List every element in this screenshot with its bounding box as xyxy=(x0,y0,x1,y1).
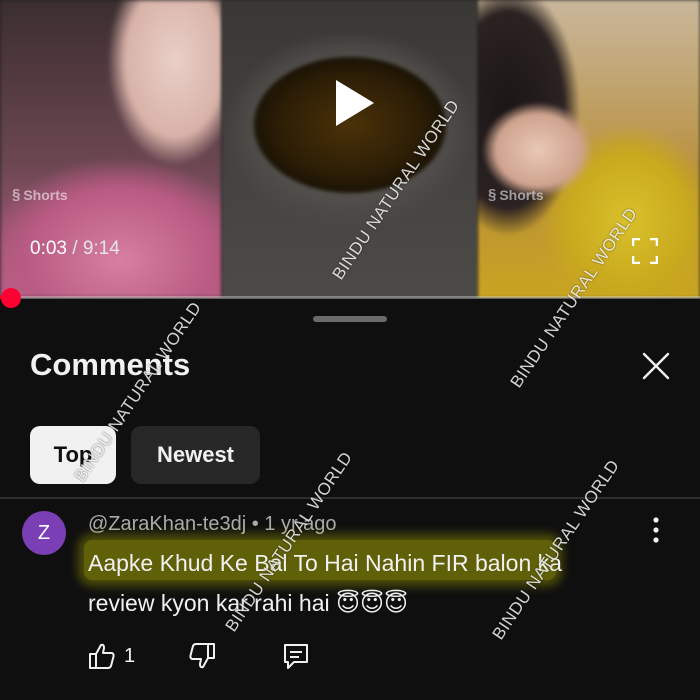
close-icon[interactable] xyxy=(640,350,672,382)
comments-title: Comments xyxy=(30,347,191,382)
video-frame-right xyxy=(478,0,700,298)
shorts-icon: § xyxy=(12,186,21,203)
shorts-badge-left: § Shorts xyxy=(12,186,68,203)
progress-scrubber[interactable] xyxy=(1,288,21,308)
video-player[interactable]: § Shorts § Shorts 0:03 / 9:14 xyxy=(0,0,700,298)
reply-icon xyxy=(284,644,308,669)
shorts-icon: § xyxy=(488,186,497,203)
sheet-drag-handle[interactable] xyxy=(313,316,387,322)
thumbs-up-icon xyxy=(89,643,115,669)
sort-chip-newest[interactable]: Newest xyxy=(131,426,260,484)
like-button[interactable]: 1 xyxy=(88,640,135,672)
reply-button[interactable] xyxy=(282,640,310,672)
video-frame-center xyxy=(222,0,478,298)
sort-chip-top[interactable]: Top xyxy=(30,426,116,484)
more-vertical-icon[interactable] xyxy=(646,516,666,544)
comment-text-line-1: Aapke Khud Ke Bal To Hai Nahin FIR balon… xyxy=(88,550,562,576)
thumbs-down-icon xyxy=(189,643,215,669)
dislike-button[interactable] xyxy=(188,640,216,672)
avatar[interactable]: Z xyxy=(22,511,66,555)
current-time: 0:03 xyxy=(30,238,67,259)
divider xyxy=(0,497,700,499)
shorts-badge-right: § Shorts xyxy=(488,186,544,203)
time-display: 0:03 / 9:14 xyxy=(30,238,120,260)
comment-text-line-2: review kyon kar rahi hai 😇😇😇 xyxy=(88,590,408,616)
duration: 9:14 xyxy=(82,238,120,259)
play-icon[interactable] xyxy=(332,78,376,128)
like-count: 1 xyxy=(124,644,136,667)
comment-text: Aapke Khud Ke Bal To Hai Nahin FIR balon… xyxy=(88,543,648,623)
progress-bar[interactable] xyxy=(0,296,700,299)
time-separator: / xyxy=(66,238,83,259)
comment-author-meta[interactable]: @ZaraKhan-te3dj • 1 yr ago xyxy=(88,513,337,536)
fullscreen-icon[interactable] xyxy=(632,238,658,264)
